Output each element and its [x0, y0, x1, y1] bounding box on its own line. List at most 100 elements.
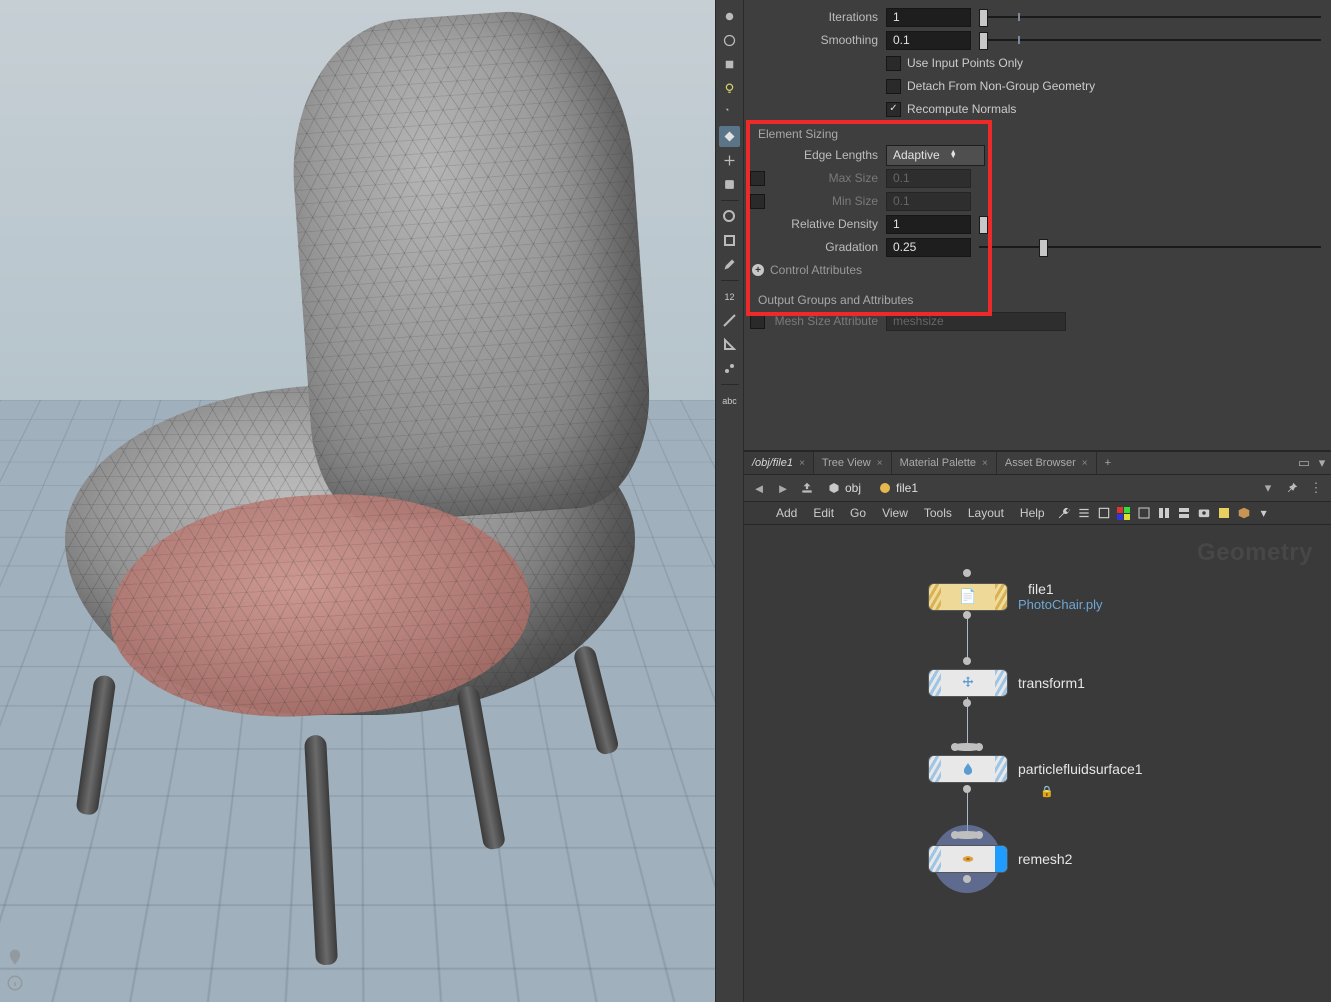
nav-up-icon[interactable]	[798, 479, 816, 497]
node-input[interactable]	[963, 657, 971, 665]
iterations-input[interactable]	[886, 8, 971, 27]
pane-options-icon[interactable]: ⋮	[1307, 479, 1325, 497]
close-icon[interactable]: ×	[799, 458, 805, 469]
chair-leg	[456, 684, 506, 850]
menu-edit[interactable]: Edit	[805, 506, 842, 520]
node-transform1[interactable]: transform1	[928, 669, 1085, 697]
view-icon[interactable]	[1155, 504, 1173, 522]
close-icon[interactable]: ×	[1082, 458, 1088, 469]
node-output[interactable]	[963, 875, 971, 883]
add-tab-button[interactable]: +	[1097, 452, 1119, 474]
wrench-icon[interactable]	[1055, 504, 1073, 522]
use-input-points-checkbox[interactable]	[886, 56, 901, 71]
node-particlefluidsurface1[interactable]: particlefluidsurface1	[928, 755, 1143, 783]
maximize-icon[interactable]: ▭	[1295, 454, 1313, 472]
relative-density-slider[interactable]	[979, 215, 989, 234]
nav-back-icon[interactable]: ◄	[750, 479, 768, 497]
network-canvas[interactable]: Geometry 📄 file1PhotoChair.ply transform…	[744, 525, 1331, 1002]
node-inputs[interactable]	[951, 831, 983, 839]
tool-shelf-button[interactable]	[719, 54, 740, 75]
min-size-toggle[interactable]	[750, 194, 765, 209]
light-icon[interactable]	[719, 78, 740, 99]
brush-icon[interactable]	[719, 254, 740, 275]
gradation-input[interactable]	[886, 238, 971, 257]
iterations-slider[interactable]	[979, 8, 1321, 27]
node-inputs[interactable]	[951, 743, 983, 751]
snapshot-icon[interactable]	[1195, 504, 1213, 522]
list-icon[interactable]	[1075, 504, 1093, 522]
node-file1[interactable]: 📄 file1PhotoChair.ply	[928, 581, 1103, 612]
node-output[interactable]	[963, 611, 971, 619]
recompute-normals-checkbox[interactable]	[886, 102, 901, 117]
element-sizing-header: Element Sizing	[750, 121, 1321, 144]
tool-shelf-button[interactable]	[719, 206, 740, 227]
gradation-slider[interactable]	[979, 238, 1321, 257]
control-attributes-header[interactable]: Control Attributes	[770, 263, 862, 277]
nav-forward-icon[interactable]: ►	[774, 479, 792, 497]
menu-view[interactable]: View	[874, 506, 916, 520]
edge-lengths-dropdown[interactable]: Adaptive ▲▼	[886, 145, 985, 166]
node-remesh2[interactable]: remesh2	[928, 845, 1072, 873]
tool-shelf-button[interactable]	[719, 310, 740, 331]
viewport-3d[interactable]	[0, 0, 715, 1002]
pane-tab[interactable]: Material Palette×	[892, 452, 997, 474]
path-segment-obj[interactable]: obj	[822, 478, 867, 498]
tool-shelf-button[interactable]	[719, 30, 740, 51]
detach-label: Detach From Non-Group Geometry	[907, 79, 1095, 93]
relative-density-input[interactable]	[886, 215, 971, 234]
close-icon[interactable]: ×	[877, 458, 883, 469]
pane-tab[interactable]: /obj/file1×	[744, 452, 814, 474]
pin-icon[interactable]	[1283, 479, 1301, 497]
pane-menu-icon[interactable]: ▾	[1313, 454, 1331, 472]
path-dropdown-icon[interactable]: ▾	[1259, 479, 1277, 497]
info-icon[interactable]	[6, 974, 24, 992]
palette-icon[interactable]	[1115, 504, 1133, 522]
grid-icon[interactable]	[1095, 504, 1113, 522]
tool-shelf-button[interactable]	[719, 230, 740, 251]
box-icon[interactable]	[1235, 504, 1253, 522]
tool-shelf-button[interactable]	[719, 102, 740, 123]
close-icon[interactable]: ×	[982, 458, 988, 469]
expand-icon[interactable]: +	[752, 264, 764, 276]
node-label: transform1	[1018, 675, 1085, 691]
tool-shelf-button[interactable]	[719, 358, 740, 379]
max-size-toggle[interactable]	[750, 171, 765, 186]
node-input[interactable]	[963, 569, 971, 577]
node-output[interactable]	[963, 785, 971, 793]
min-size-input	[886, 192, 971, 211]
pane-tab[interactable]: Asset Browser×	[997, 452, 1097, 474]
film-icon[interactable]	[719, 174, 740, 195]
more-icon[interactable]: ▾	[1255, 504, 1273, 522]
smoothing-input[interactable]	[886, 31, 971, 50]
relative-density-label: Relative Density	[750, 217, 878, 231]
menu-tools[interactable]: Tools	[916, 506, 960, 520]
node-output[interactable]	[963, 699, 971, 707]
max-size-input	[886, 169, 971, 188]
iterations-label: Iterations	[750, 10, 878, 24]
location-icon[interactable]	[6, 948, 24, 966]
tool-shelf-button[interactable]	[719, 6, 740, 27]
menu-layout[interactable]: Layout	[960, 506, 1012, 520]
path-segment-node[interactable]: file1	[873, 478, 924, 498]
mesh-size-attr-toggle[interactable]	[750, 314, 765, 329]
tool-shelf-button[interactable]	[719, 150, 740, 171]
mesh-size-attr-input	[886, 312, 1066, 331]
angle-icon[interactable]	[719, 334, 740, 355]
menu-help[interactable]: Help	[1012, 506, 1053, 520]
view-icon[interactable]	[1175, 504, 1193, 522]
menu-add[interactable]: Add	[768, 506, 805, 520]
smoothing-slider[interactable]	[979, 31, 1321, 50]
edge-lengths-value: Adaptive	[893, 148, 940, 162]
dropdown-arrows-icon: ▲▼	[950, 151, 957, 159]
chair-leg	[75, 674, 116, 816]
menu-go[interactable]: Go	[842, 506, 874, 520]
numbers-icon[interactable]: 12	[719, 286, 740, 307]
tool-shelf-button[interactable]	[719, 126, 740, 147]
view-icon[interactable]	[1135, 504, 1153, 522]
note-icon[interactable]	[1215, 504, 1233, 522]
chair-leg	[304, 735, 338, 966]
lock-icon: 🔒	[1040, 785, 1054, 798]
text-icon[interactable]: abc	[719, 390, 740, 411]
detach-checkbox[interactable]	[886, 79, 901, 94]
pane-tab[interactable]: Tree View×	[814, 452, 892, 474]
